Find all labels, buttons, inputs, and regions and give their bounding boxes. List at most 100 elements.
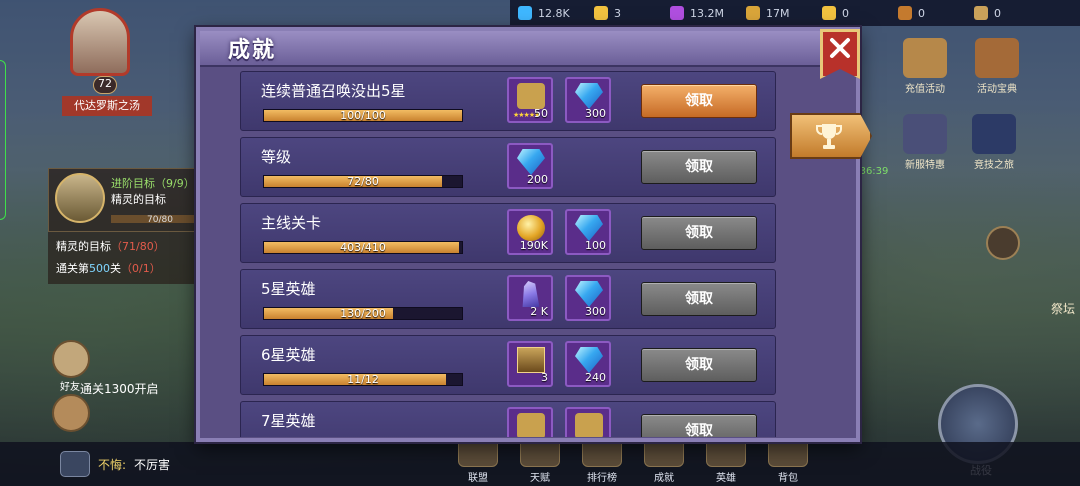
achievement-progress-bar: 72/80 (263, 175, 463, 188)
claim-button[interactable]: 领取 (641, 348, 757, 382)
objective-2: 通关第500关（0/1） (56, 262, 161, 275)
achievement-progress-bar: 100/100 (263, 109, 463, 122)
resource-value: 3 (614, 6, 621, 20)
reward-slot[interactable]: 100 (565, 209, 611, 255)
nav-item-5[interactable]: 背包 (765, 437, 811, 484)
quest-tracker[interactable]: 进阶目标（9/9） 精灵的目标 70/80 (48, 168, 218, 232)
recharge-event-button[interactable]: 充值活动 (896, 38, 954, 95)
reward-icon (517, 413, 545, 437)
chat-speaker: 不悔: (98, 457, 127, 472)
box-icon (974, 6, 988, 20)
resource-value: 0 (994, 6, 1001, 20)
quest-objectives[interactable]: 精灵的目标（71/80） 通关第500关（0/1） (48, 232, 218, 284)
gold-icon (746, 6, 760, 20)
nav-label: 联盟 (468, 473, 488, 484)
resource-3[interactable]: 17M (746, 6, 818, 20)
gem-icon (575, 281, 603, 307)
reward-slot[interactable]: 300 (565, 275, 611, 321)
arena-button[interactable]: 竞技之旅 (964, 114, 1024, 171)
chest-icon (898, 6, 912, 20)
event-guide-button[interactable]: 活动宝典 (968, 38, 1026, 95)
lightning-icon (822, 6, 836, 20)
nav-label: 天赋 (530, 473, 550, 484)
claim-button[interactable]: 领取 (641, 150, 757, 184)
arena-icon (972, 114, 1016, 154)
reward-amount: 100 (585, 239, 606, 252)
achievement-list[interactable]: 连续普通召唤没出5星 100/100 ★★★★★ 50 300 领取 等级 72/80 200 领… (240, 71, 776, 437)
achievement-panel: 成就 连续普通召唤没出5星 100/100 ★★★★★ 50 300 领取 等级 72/80 2… (196, 27, 872, 442)
nav-label: 成就 (654, 473, 674, 484)
panel-title: 成就 (228, 38, 277, 63)
reward-amount: 300 (585, 107, 606, 120)
claim-button[interactable]: 领取 (641, 216, 757, 250)
map-toggle-button[interactable] (986, 226, 1020, 260)
reward-slot[interactable]: 190K (507, 209, 553, 255)
resource-4[interactable]: 0 (822, 6, 894, 20)
reward-amount: 240 (585, 371, 606, 384)
reward-slot[interactable]: 200 (507, 143, 553, 189)
resource-6[interactable]: 0 (974, 6, 1046, 20)
reward-slot[interactable] (507, 407, 553, 437)
nav-item-2[interactable]: 排行榜 (579, 437, 625, 484)
claim-button[interactable]: 领取 (641, 84, 757, 118)
panel-header: 成就 (200, 31, 856, 67)
progress-text: 11/12 (347, 373, 379, 386)
newbie-offer-button[interactable]: 新服特惠 (896, 114, 954, 171)
resource-2[interactable]: 13.2M (670, 6, 742, 20)
nav-item-4[interactable]: 英雄 (703, 437, 749, 484)
player-avatar[interactable] (70, 8, 130, 76)
crystal-icon (522, 281, 540, 307)
reward-slot[interactable] (565, 407, 611, 437)
achievement-title: 连续普通召唤没出5星 (261, 82, 406, 100)
reward-slot[interactable]: 3 (507, 341, 553, 387)
gem-icon (575, 347, 603, 373)
achievement-progress-bar: 11/12 (263, 373, 463, 386)
mail-button[interactable] (52, 394, 90, 432)
altar-label: 祭坛 (1050, 302, 1075, 316)
reward-amount: 50 (534, 107, 548, 120)
claim-button[interactable]: 领取 (641, 414, 757, 437)
side-drawer-handle[interactable] (0, 60, 6, 220)
event-guide-icon (975, 38, 1019, 78)
gem-icon (575, 215, 603, 241)
resource-value: 12.8K (538, 6, 570, 20)
player-name: 代达罗斯之汤 (62, 96, 152, 116)
arena-label: 竞技之旅 (974, 160, 1014, 171)
quest-progress-text: 70/80 (147, 215, 173, 225)
bottom-nav: 联盟 天赋 排行榜 成就 英雄 背包 (455, 437, 811, 484)
nav-label: 英雄 (716, 473, 736, 484)
nav-item-0[interactable]: 联盟 (455, 437, 501, 484)
reward-slot[interactable]: 240 (565, 341, 611, 387)
chat-message: 不厉害 (134, 457, 171, 472)
resource-5[interactable]: 0 (898, 6, 970, 20)
chat-preview[interactable]: 不悔: 不厉害 (60, 450, 170, 478)
friends-button[interactable] (52, 340, 90, 378)
reward-amount: 300 (585, 305, 606, 318)
reward-amount: 200 (527, 173, 548, 186)
achievement-row: 主线关卡 403/410 190K 100 领取 (240, 203, 776, 263)
player-level: 72 (93, 76, 117, 94)
nav-label: 背包 (778, 473, 798, 484)
achievement-progress-bar: 403/410 (263, 241, 463, 254)
resource-1[interactable]: 3 (594, 6, 666, 20)
newbie-offer-icon (903, 114, 947, 154)
reward-slot[interactable]: ★★★★★ 50 (507, 77, 553, 123)
reward-icon (575, 413, 603, 437)
resource-value: 13.2M (690, 6, 724, 20)
nav-item-3[interactable]: 成就 (641, 437, 687, 484)
claim-button[interactable]: 领取 (641, 282, 757, 316)
quest-icon (55, 173, 105, 223)
newbie-offer-label: 新服特惠 (905, 160, 945, 171)
reward-slot[interactable]: 300 (565, 77, 611, 123)
objective-1: 精灵的目标（71/80） (56, 240, 165, 253)
achievement-title: 6星英雄 (261, 346, 316, 364)
reward-slot[interactable]: 2 K (507, 275, 553, 321)
achievement-tab[interactable] (790, 113, 872, 159)
achievement-title: 7星英雄 (261, 412, 316, 430)
close-button[interactable] (820, 29, 860, 79)
resource-0[interactable]: 12.8K (518, 6, 590, 20)
purple-crystal-icon (670, 6, 684, 20)
achievement-title: 5星英雄 (261, 280, 316, 298)
resource-value: 0 (842, 6, 849, 20)
nav-item-1[interactable]: 天赋 (517, 437, 563, 484)
